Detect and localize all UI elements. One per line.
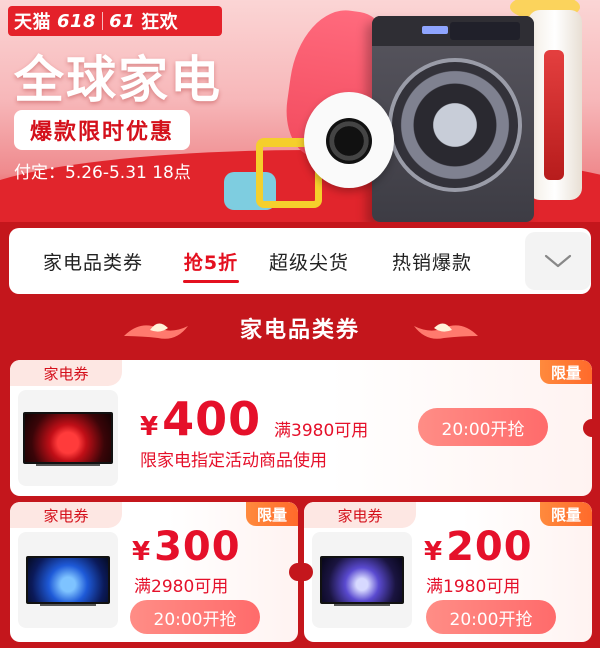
tv-product-image xyxy=(18,532,118,628)
deposit-date: 付定：5.26-5.31 18点 xyxy=(14,163,191,183)
tab-premium[interactable]: 超级尖货 xyxy=(245,228,373,294)
card-notch xyxy=(583,419,592,437)
coupon-note: 限家电指定活动商品使用 xyxy=(140,451,327,471)
mini-washer-image xyxy=(304,92,394,188)
tabs-expand-button[interactable] xyxy=(525,232,591,290)
coupon-amount: ¥ 300 xyxy=(132,524,241,570)
coupon-card-200[interactable]: 家电券 限量 ¥ 200 满1980可用 20:00开抢 xyxy=(304,502,592,642)
chevron-down-icon xyxy=(544,254,572,268)
coupon-tag: 家电券 xyxy=(10,502,122,528)
tab-category-coupons[interactable]: 家电品类券 xyxy=(9,228,177,294)
tab-half-price[interactable]: 抢5折 xyxy=(177,228,245,294)
currency-symbol: ¥ xyxy=(424,537,443,567)
section-title: 家电品类券 xyxy=(239,318,360,343)
currency-symbol: ¥ xyxy=(140,412,159,442)
brand-61: 61 xyxy=(109,10,136,32)
coupon-card-400[interactable]: 家电券 限量 ¥ 400 满3980可用 限家电指定活动商品使用 20:00开抢 xyxy=(10,360,592,496)
grab-coupon-button[interactable]: 20:00开抢 xyxy=(418,408,548,446)
tv-product-image xyxy=(312,532,412,628)
coupon-value: 200 xyxy=(446,524,533,570)
brand-618: 618 xyxy=(57,10,97,32)
coupon-value: 400 xyxy=(162,392,262,446)
coupon-condition: 满2980可用 xyxy=(134,577,229,597)
coupon-amount: ¥ 400 xyxy=(140,392,261,446)
coupon-amount: ¥ 200 xyxy=(424,524,533,570)
brand-separator xyxy=(102,12,104,30)
coupon-condition: 满1980可用 xyxy=(426,577,521,597)
hero-subtitle: 爆款限时优惠 xyxy=(14,110,190,150)
grab-coupon-button[interactable]: 20:00开抢 xyxy=(130,600,260,634)
limited-badge: 限量 xyxy=(540,360,592,384)
currency-symbol: ¥ xyxy=(132,537,151,567)
brand-carnival: 狂欢 xyxy=(141,12,179,33)
card-notch xyxy=(289,563,298,581)
tab-bestsellers[interactable]: 热销爆款 xyxy=(373,228,491,294)
grab-coupon-button[interactable]: 20:00开抢 xyxy=(426,600,556,634)
tmall-label: 天猫 xyxy=(14,12,51,33)
hero-banner[interactable]: 天猫 618 61 狂欢 全球家电 爆款限时优惠 付定：5.26-5.31 18… xyxy=(0,0,600,222)
coupon-condition: 满3980可用 xyxy=(274,421,369,441)
limited-badge: 限量 xyxy=(540,502,592,526)
coupon-card-300[interactable]: 家电券 限量 ¥ 300 满2980可用 20:00开抢 xyxy=(10,502,298,642)
air-conditioner-image xyxy=(528,10,582,200)
category-tabs: 家电品类券 抢5折 超级尖货 热销爆款 xyxy=(9,228,591,294)
coupon-tag: 家电券 xyxy=(10,360,122,386)
tv-product-image xyxy=(18,390,118,486)
coupon-value: 300 xyxy=(154,524,241,570)
tmall-618-logo: 天猫 618 61 狂欢 xyxy=(8,6,222,36)
washing-machine-image xyxy=(372,16,534,222)
limited-badge: 限量 xyxy=(246,502,298,526)
hero-title: 全球家电 xyxy=(14,51,222,109)
coupon-tag: 家电券 xyxy=(304,502,416,528)
